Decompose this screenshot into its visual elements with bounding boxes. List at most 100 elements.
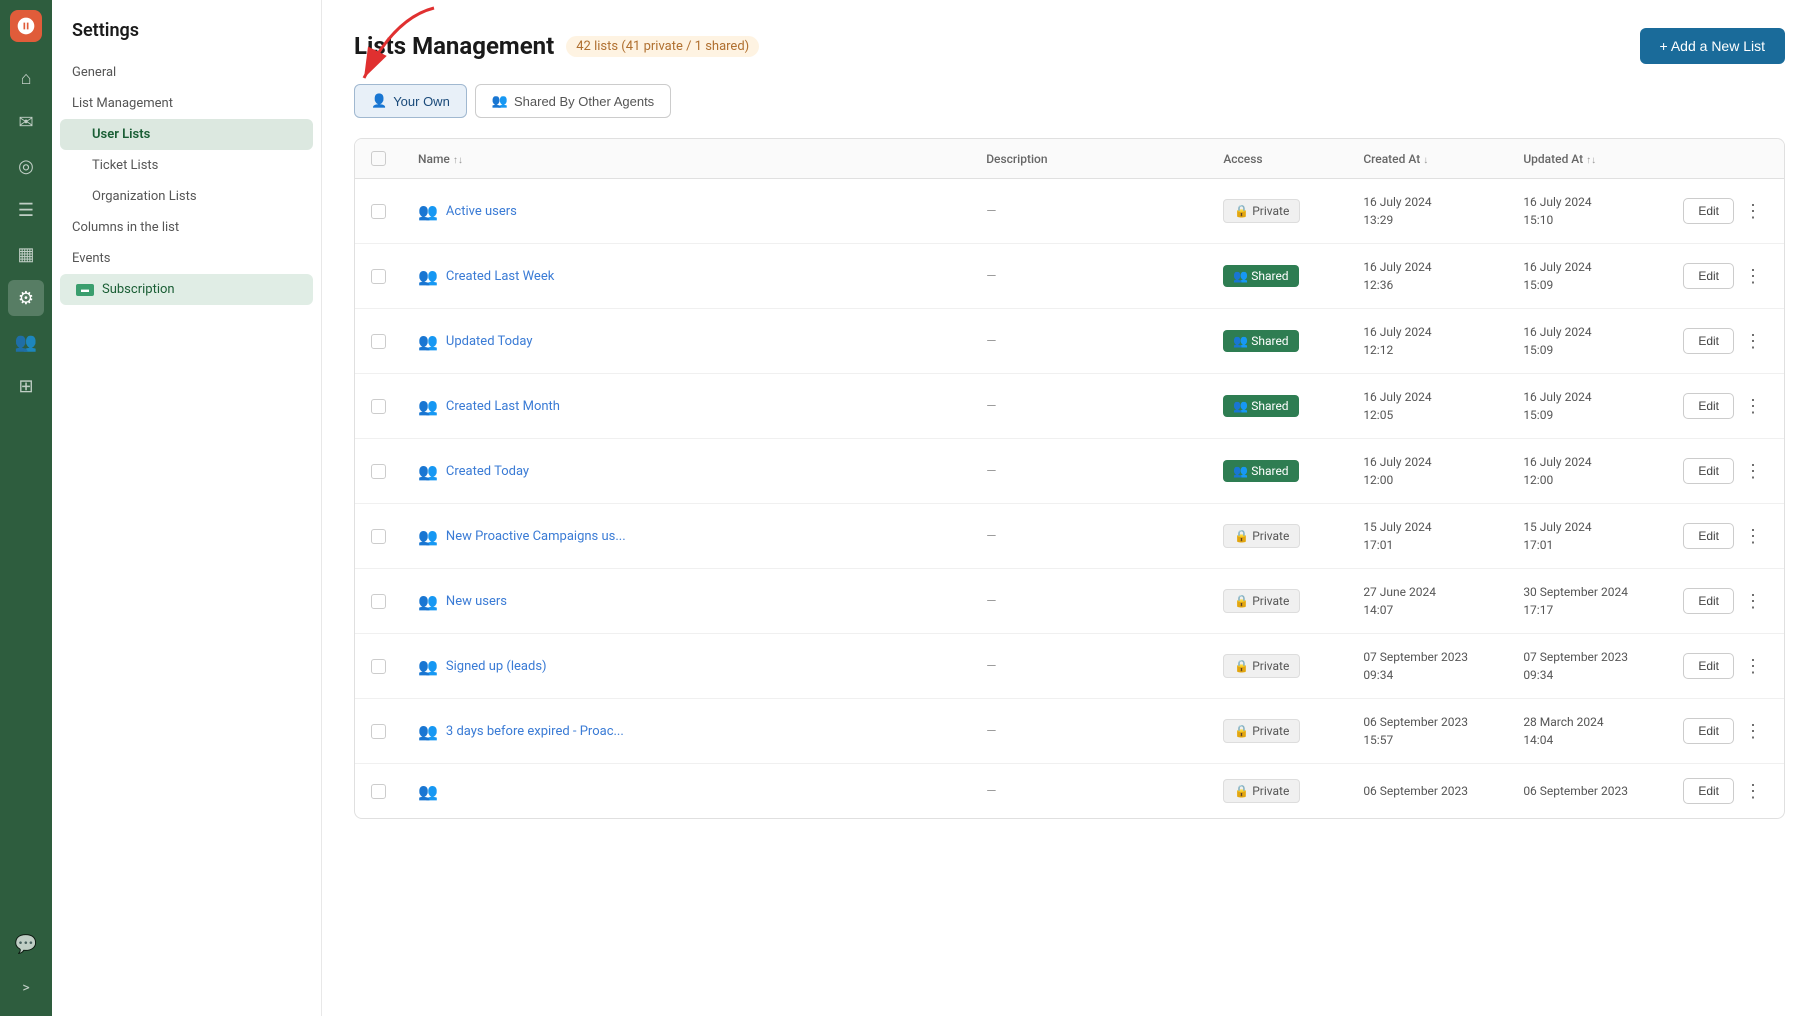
row-checkbox-6[interactable] — [371, 529, 386, 544]
edit-button-6[interactable]: Edit — [1683, 523, 1734, 549]
mail-nav-icon[interactable]: ✉ — [8, 104, 44, 140]
list-name-label-6: New Proactive Campaigns us... — [446, 529, 626, 544]
edit-button-9[interactable]: Edit — [1683, 718, 1734, 744]
th-created-at[interactable]: Created At ↓ — [1347, 139, 1507, 179]
row-checkbox-5[interactable] — [371, 464, 386, 479]
tab-your-own-icon: 👤 — [371, 93, 387, 109]
list-created-4: 16 July 202412:05 — [1347, 374, 1507, 439]
select-all-checkbox[interactable] — [371, 151, 386, 166]
sidebar-item-general[interactable]: General — [52, 57, 321, 88]
edit-button-5[interactable]: Edit — [1683, 458, 1734, 484]
more-button-4[interactable]: ⋮ — [1738, 394, 1768, 419]
sidebar-item-user-lists[interactable]: User Lists — [60, 119, 313, 150]
th-updated-at[interactable]: Updated At ↑↓ — [1507, 139, 1667, 179]
grid-nav-icon[interactable]: ⊞ — [8, 368, 44, 404]
list-name-7[interactable]: 👥 New users — [418, 592, 954, 611]
lists-nav-icon[interactable]: ☰ — [8, 192, 44, 228]
row-checkbox-10[interactable] — [371, 784, 386, 799]
sidebar-item-ticket-lists[interactable]: Ticket Lists — [60, 150, 313, 181]
more-button-5[interactable]: ⋮ — [1738, 459, 1768, 484]
table-row: 👥 Signed up (leads) — 🔒 Private 07 Septe… — [355, 634, 1784, 699]
edit-button-10[interactable]: Edit — [1683, 778, 1734, 804]
list-actions-3: Edit ⋮ — [1683, 328, 1768, 354]
chat-nav-icon[interactable]: 💬 — [8, 926, 44, 962]
list-access-7: 🔒 Private — [1207, 569, 1347, 634]
edit-button-2[interactable]: Edit — [1683, 263, 1734, 289]
nav-collapse-button[interactable]: > — [8, 970, 44, 1006]
list-created-10: 06 September 2023 — [1347, 764, 1507, 819]
list-users-icon-8: 👥 — [418, 657, 438, 676]
list-access-5: 👥 Shared — [1207, 439, 1347, 504]
row-checkbox-4[interactable] — [371, 399, 386, 414]
chart-nav-icon[interactable]: ▦ — [8, 236, 44, 272]
more-button-8[interactable]: ⋮ — [1738, 654, 1768, 679]
table-row: 👥 Active users — 🔒 Private 16 July 20241… — [355, 179, 1784, 244]
more-button-9[interactable]: ⋮ — [1738, 719, 1768, 744]
row-checkbox-9[interactable] — [371, 724, 386, 739]
subscription-icon: ▬ — [76, 284, 94, 296]
more-button-3[interactable]: ⋮ — [1738, 329, 1768, 354]
row-checkbox-1[interactable] — [371, 204, 386, 219]
sidebar-item-list-management[interactable]: List Management — [52, 88, 321, 119]
more-button-1[interactable]: ⋮ — [1738, 199, 1768, 224]
private-badge: 🔒 Private — [1223, 589, 1300, 613]
th-actions — [1667, 139, 1784, 179]
list-name-label-7: New users — [446, 594, 507, 609]
list-users-icon-9: 👥 — [418, 722, 438, 741]
list-description-5: — — [970, 439, 1207, 504]
users-nav-icon[interactable]: 👥 — [8, 324, 44, 360]
list-name-6[interactable]: 👥 New Proactive Campaigns us... — [418, 527, 954, 546]
app-logo[interactable] — [10, 10, 42, 42]
list-updated-2: 16 July 202415:09 — [1507, 244, 1667, 309]
list-actions-5: Edit ⋮ — [1683, 458, 1768, 484]
edit-button-1[interactable]: Edit — [1683, 198, 1734, 224]
list-name-9[interactable]: 👥 3 days before expired - Proac... — [418, 722, 954, 741]
edit-button-4[interactable]: Edit — [1683, 393, 1734, 419]
more-button-6[interactable]: ⋮ — [1738, 524, 1768, 549]
list-updated-4: 16 July 202415:09 — [1507, 374, 1667, 439]
list-name-4[interactable]: 👥 Created Last Month — [418, 397, 954, 416]
list-name-2[interactable]: 👥 Created Last Week — [418, 267, 954, 286]
tab-your-own[interactable]: 👤 Your Own — [354, 84, 467, 118]
contacts-nav-icon[interactable]: ◎ — [8, 148, 44, 184]
list-description-1: — — [970, 179, 1207, 244]
row-checkbox-3[interactable] — [371, 334, 386, 349]
edit-button-3[interactable]: Edit — [1683, 328, 1734, 354]
more-button-10[interactable]: ⋮ — [1738, 779, 1768, 804]
list-name-8[interactable]: 👥 Signed up (leads) — [418, 657, 954, 676]
row-checkbox-8[interactable] — [371, 659, 386, 674]
list-actions-2: Edit ⋮ — [1683, 263, 1768, 289]
list-name-10[interactable]: 👥 — [418, 782, 954, 801]
table-header-row: Name ↑↓ Description Access Created At ↓ … — [355, 139, 1784, 179]
list-updated-10: 06 September 2023 — [1507, 764, 1667, 819]
list-created-2: 16 July 202412:36 — [1347, 244, 1507, 309]
list-actions-1: Edit ⋮ — [1683, 198, 1768, 224]
settings-nav-icon[interactable]: ⚙ — [8, 280, 44, 316]
private-badge: 🔒 Private — [1223, 779, 1300, 803]
list-access-1: 🔒 Private — [1207, 179, 1347, 244]
sidebar-item-organization-lists[interactable]: Organization Lists — [60, 181, 313, 212]
more-button-7[interactable]: ⋮ — [1738, 589, 1768, 614]
add-new-list-button[interactable]: + Add a New List — [1640, 28, 1785, 64]
more-button-2[interactable]: ⋮ — [1738, 264, 1768, 289]
list-name-3[interactable]: 👥 Updated Today — [418, 332, 954, 351]
th-access: Access — [1207, 139, 1347, 179]
list-access-9: 🔒 Private — [1207, 699, 1347, 764]
updated-sort-icon: ↑↓ — [1586, 155, 1596, 166]
row-checkbox-2[interactable] — [371, 269, 386, 284]
th-name[interactable]: Name ↑↓ — [402, 139, 970, 179]
list-name-1[interactable]: 👥 Active users — [418, 202, 954, 221]
sidebar-title: Settings — [52, 20, 321, 57]
sidebar-item-events[interactable]: Events — [52, 243, 321, 274]
list-users-icon-6: 👥 — [418, 527, 438, 546]
list-name-5[interactable]: 👥 Created Today — [418, 462, 954, 481]
row-checkbox-7[interactable] — [371, 594, 386, 609]
tab-shared-by-other-agents[interactable]: 👥 Shared By Other Agents — [475, 84, 671, 118]
edit-button-7[interactable]: Edit — [1683, 588, 1734, 614]
sidebar-item-columns[interactable]: Columns in the list — [52, 212, 321, 243]
table-row: 👥 Created Last Month — 👥 Shared 16 July … — [355, 374, 1784, 439]
list-actions-10: Edit ⋮ — [1683, 778, 1768, 804]
edit-button-8[interactable]: Edit — [1683, 653, 1734, 679]
sidebar-item-subscription[interactable]: ▬ Subscription — [60, 274, 313, 305]
home-nav-icon[interactable]: ⌂ — [8, 60, 44, 96]
